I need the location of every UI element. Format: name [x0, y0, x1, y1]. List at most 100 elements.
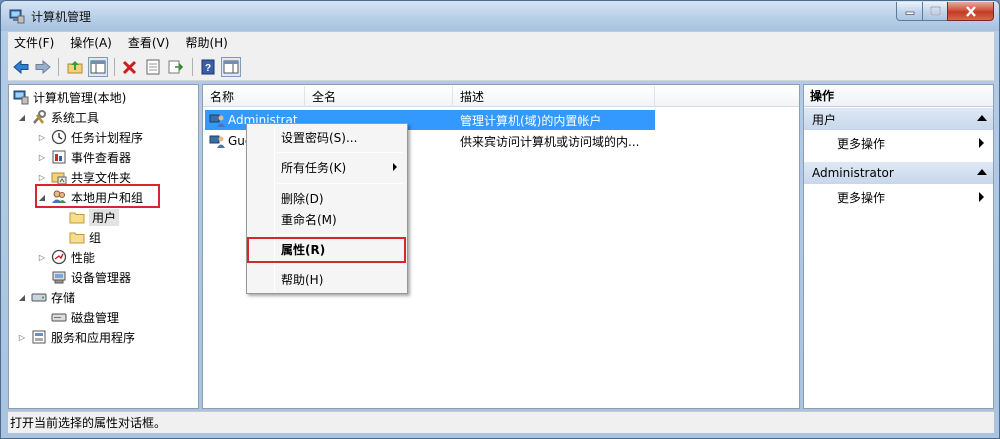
tree-item-services-apps[interactable]: ▷ 服务和应用程序 — [17, 327, 135, 347]
shared-folder-icon — [51, 169, 67, 185]
submenu-arrow-icon — [979, 138, 984, 148]
collapse-up-icon[interactable] — [977, 169, 987, 175]
action-more-actions-users[interactable]: 更多操作 — [804, 132, 993, 154]
computer-management-icon — [9, 8, 25, 24]
expanded-arrow-icon[interactable]: ◢ — [17, 292, 27, 302]
tree-item-root[interactable]: 计算机管理(本地) — [13, 87, 126, 107]
action-label: 更多操作 — [837, 136, 886, 151]
highlight-box-local-users-groups — [35, 184, 160, 208]
context-item-label: 所有任务(K) — [281, 160, 347, 175]
collapsed-arrow-icon[interactable]: ▷ — [37, 172, 47, 182]
action-more-actions-administrator[interactable]: 更多操作 — [804, 186, 993, 208]
help-book-icon: ? — [201, 59, 215, 75]
tree-item-groups[interactable]: 组 — [69, 227, 101, 247]
user-description-cell: 管理计算机(域)的内置帐户 — [460, 113, 602, 128]
actions-pane: 操作 用户 更多操作 Administrator 更多操作 — [803, 84, 994, 409]
forward-arrow-icon — [35, 59, 51, 75]
tree-item-system-tools[interactable]: ◢ 系统工具 — [17, 107, 99, 127]
submenu-arrow-icon — [979, 192, 984, 202]
user-icon — [209, 133, 225, 149]
tree-label: 磁盘管理 — [71, 310, 120, 325]
folder-icon — [69, 229, 85, 245]
collapse-up-icon[interactable] — [977, 115, 987, 121]
collapsed-arrow-icon[interactable]: ▷ — [17, 332, 27, 342]
column-name[interactable]: 名称 — [203, 86, 305, 107]
tree-label: 性能 — [71, 250, 96, 265]
submenu-arrow-icon — [393, 163, 397, 171]
action-group-label: 用户 — [812, 112, 837, 127]
collapsed-arrow-icon[interactable]: ▷ — [37, 252, 47, 262]
folder-icon — [69, 209, 85, 225]
tree-item-event-viewer[interactable]: ▷ 事件查看器 — [37, 147, 131, 167]
tree-item-storage[interactable]: ◢ 存储 — [17, 287, 75, 307]
help-button[interactable]: ? — [198, 57, 218, 77]
tree-item-device-manager[interactable]: 设备管理器 — [51, 267, 131, 287]
device-manager-icon — [51, 269, 67, 285]
user-description-cell: 供来宾访问计算机或访问域的内... — [460, 134, 640, 149]
clock-icon — [51, 129, 67, 145]
context-menu: 设置密码(S)... 所有任务(K) 删除(D) 重命名(M) 属性(R) 帮助… — [246, 123, 408, 294]
up-level-button[interactable] — [65, 57, 85, 77]
context-item-all-tasks[interactable]: 所有任务(K) — [249, 156, 405, 178]
tree-label: 用户 — [89, 208, 120, 226]
context-item-delete[interactable]: 删除(D) — [249, 187, 405, 209]
computer-management-icon — [13, 89, 29, 105]
tree-item-performance[interactable]: ▷ 性能 — [37, 247, 95, 267]
status-bar: 打开当前选择的属性对话框。 — [8, 411, 994, 433]
show-hide-action-pane-button[interactable] — [221, 57, 241, 77]
computer-management-window: 计算机管理 文件(F) 操作(A) 查看(V) 帮助(H) ? 计算机管理(本地… — [0, 0, 1000, 439]
red-x-icon — [122, 60, 137, 75]
action-group-users[interactable]: 用户 — [804, 108, 993, 130]
context-item-set-password[interactable]: 设置密码(S)... — [249, 126, 405, 148]
menu-action[interactable]: 操作(A) — [64, 34, 118, 51]
menu-view[interactable]: 查看(V) — [122, 34, 176, 51]
action-pane-icon — [223, 60, 239, 74]
event-viewer-icon — [51, 149, 67, 165]
column-fullname[interactable]: 全名 — [305, 86, 453, 107]
toolbar: ? — [8, 53, 994, 81]
services-apps-icon — [31, 329, 47, 345]
close-button[interactable] — [947, 2, 994, 21]
action-group-administrator[interactable]: Administrator — [804, 162, 993, 184]
properties-button[interactable] — [143, 57, 163, 77]
column-description[interactable]: 描述 — [453, 86, 655, 107]
forward-button[interactable] — [33, 57, 53, 77]
menu-bar: 文件(F) 操作(A) 查看(V) 帮助(H) — [8, 32, 994, 53]
menu-file[interactable]: 文件(F) — [8, 34, 60, 51]
collapsed-arrow-icon[interactable]: ▷ — [37, 152, 47, 162]
tree-item-users[interactable]: 用户 — [69, 207, 120, 227]
title-bar[interactable]: 计算机管理 — [1, 1, 999, 31]
action-group-label: Administrator — [812, 166, 894, 180]
export-icon — [168, 60, 184, 74]
tree-label: 组 — [89, 230, 102, 245]
export-list-button[interactable] — [166, 57, 186, 77]
properties-icon — [146, 59, 160, 75]
context-item-help[interactable]: 帮助(H) — [249, 268, 405, 290]
delete-button[interactable] — [120, 57, 140, 77]
tree-label: 共享文件夹 — [71, 170, 132, 185]
collapsed-arrow-icon[interactable]: ▷ — [37, 132, 47, 142]
tree-label: 计算机管理(本地) — [33, 90, 127, 105]
menu-help[interactable]: 帮助(H) — [179, 34, 233, 51]
performance-icon — [51, 249, 67, 265]
tree-item-task-scheduler[interactable]: ▷ 任务计划程序 — [37, 127, 143, 147]
console-tree: 计算机管理(本地) ◢ 系统工具 ▷ 任务计划程序 ▷ 事件查看器 ▷ 共享文件… — [8, 84, 199, 409]
minimize-button[interactable] — [896, 2, 923, 21]
tree-label: 事件查看器 — [71, 150, 132, 165]
show-hide-tree-button[interactable] — [88, 57, 108, 77]
back-arrow-icon — [13, 59, 29, 75]
svg-text:?: ? — [205, 63, 211, 74]
list-header: 名称 全名 描述 — [203, 86, 799, 107]
maximize-button[interactable] — [922, 2, 948, 21]
back-button[interactable] — [11, 57, 31, 77]
actions-title: 操作 — [804, 85, 993, 107]
tree-label: 系统工具 — [51, 110, 100, 125]
user-icon — [209, 112, 225, 128]
expanded-arrow-icon[interactable]: ◢ — [17, 112, 27, 122]
highlight-box-properties — [247, 237, 406, 263]
tree-item-disk-management[interactable]: 磁盘管理 — [51, 307, 119, 327]
tree-label: 服务和应用程序 — [51, 330, 136, 345]
context-item-rename[interactable]: 重命名(M) — [249, 208, 405, 230]
disk-management-icon — [51, 309, 67, 325]
storage-icon — [31, 289, 47, 305]
